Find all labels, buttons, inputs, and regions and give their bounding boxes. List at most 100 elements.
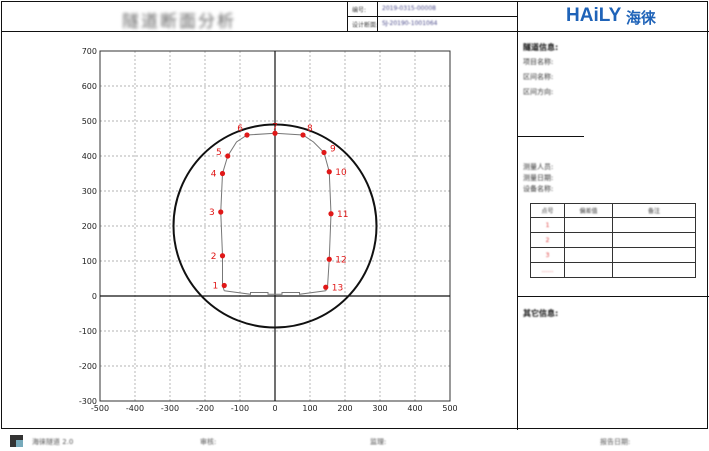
y-tick-label: 500 — [82, 117, 97, 126]
panel-divider — [518, 296, 709, 297]
x-tick-label: -300 — [161, 404, 179, 413]
survey-point-5 — [225, 153, 231, 159]
table-row: 2 — [530, 232, 696, 248]
table-cell — [612, 232, 696, 248]
header-fields: 编号: 2019-0315-00008 设计断面: SJ-20190-10010… — [348, 2, 517, 32]
chart-svg: -500 -400 -300 -200 -100 0 100 200 300 400 500-300… — [79, 47, 458, 413]
x-tick-label: 500 — [442, 404, 457, 413]
footer-report-date: 报告日期: — [600, 438, 631, 446]
x-tick-label: -100 — [231, 404, 249, 413]
logo-cell: HAiLY 海徕 — [517, 2, 709, 32]
table-header: 偏差值 — [564, 203, 613, 218]
y-tick-label: 600 — [82, 82, 97, 91]
x-tick-label: 100 — [302, 404, 317, 413]
point-label: 8 — [307, 124, 313, 134]
header-field-label: 设计断面: — [352, 22, 379, 29]
tunnel-profile — [220, 132, 332, 291]
table-header: 备注 — [612, 203, 696, 218]
survey-point-8 — [300, 132, 306, 138]
survey-point-9 — [321, 149, 327, 156]
point-label: 2 — [211, 252, 217, 262]
table-cell — [612, 217, 696, 233]
other-info-heading: 其它信息: — [523, 309, 559, 318]
section-chart: -500 -400 -300 -200 -100 0 100 200 300 400 500 -300… — [2, 32, 517, 430]
x-tick-label: 300 — [372, 404, 387, 413]
measure-label-date: 测量日期: — [523, 174, 554, 182]
table-header: 点号 — [530, 203, 565, 218]
point-label: 12 — [335, 255, 346, 265]
info-label-section: 区间名称: — [523, 73, 554, 81]
table-header-row: 点号 偏差值 备注 — [530, 203, 696, 218]
survey-point-4 — [219, 170, 226, 177]
app-logo-icon — [10, 435, 23, 447]
x-tick-label: -200 — [196, 404, 214, 413]
table-cell: 1 — [530, 217, 565, 233]
table-cell: 2 — [530, 232, 565, 248]
point-label: 9 — [330, 145, 336, 155]
x-tick-label: -400 — [126, 404, 144, 413]
y-tick-label: 200 — [82, 222, 97, 231]
point-label: 6 — [237, 124, 243, 134]
footer-bar: 海徕隧道 2.0 审核: 监理: 报告日期: — [0, 430, 709, 451]
point-label: 1 — [213, 282, 219, 292]
table-cell — [612, 247, 696, 263]
survey-point-12 — [326, 256, 332, 262]
measure-label-person: 测量人员: — [523, 163, 554, 171]
table-cell — [564, 262, 613, 278]
survey-point-1 — [221, 282, 227, 289]
point-label: 7 — [272, 122, 278, 132]
y-tick-label: -200 — [79, 362, 97, 371]
survey-point-3 — [218, 209, 224, 215]
y-tick-label: 300 — [82, 187, 97, 196]
info-label-project: 项目名称: — [523, 58, 554, 66]
point-label: 3 — [209, 208, 215, 218]
brand-logo-cn: 海徕 — [626, 9, 657, 27]
table-cell — [612, 262, 696, 278]
point-label: 4 — [211, 170, 217, 180]
y-tick-label: 100 — [82, 257, 97, 266]
table-cell: …… — [530, 262, 565, 278]
table-cell — [564, 217, 613, 233]
survey-point-13 — [323, 284, 329, 290]
survey-point-11 — [328, 211, 334, 217]
x-tick-label: 0 — [272, 404, 277, 413]
y-tick-label: -100 — [79, 327, 97, 336]
y-tick-label: 0 — [92, 292, 97, 301]
tunnel-info-heading: 隧道信息: — [523, 43, 559, 52]
brand-logo: HAiLY — [566, 5, 622, 26]
x-tick-label: 200 — [337, 404, 352, 413]
info-panel: 隧道信息: 项目名称: 区间名称: 区间方向: 测量人员: 测量日期: 设备名称… — [517, 32, 709, 430]
survey-point-2 — [219, 253, 226, 259]
point-label: 13 — [332, 283, 343, 293]
table-row: 1 — [530, 217, 696, 233]
point-label: 5 — [216, 148, 222, 158]
table-cell — [564, 232, 613, 248]
measure-label-device: 设备名称: — [523, 185, 554, 193]
point-label: 11 — [337, 210, 348, 220]
x-tick-label: 400 — [407, 404, 422, 413]
footer-app-name: 海徕隧道 2.0 — [32, 438, 74, 446]
deviation-table: 点号 偏差值 备注 1 2 3 …… — [530, 203, 696, 278]
table-cell: 3 — [530, 247, 565, 263]
header-field-label: 编号: — [352, 7, 367, 14]
report-frame: 隧道断面分析 编号: 2019-0315-00008 设计断面: SJ-2019… — [1, 1, 709, 430]
survey-point-10 — [326, 169, 332, 175]
table-row: 3 — [530, 247, 696, 263]
info-label-direction: 区间方向: — [523, 88, 554, 96]
panel-divider — [518, 136, 584, 137]
footer-supervisor: 监理: — [370, 438, 387, 446]
table-row: …… — [530, 262, 696, 278]
header-field-value: SJ-20190-1001064 — [382, 20, 438, 27]
y-tick-label: 700 — [82, 47, 97, 56]
header-field-value: 2019-0315-00008 — [382, 5, 436, 12]
table-cell — [564, 247, 613, 263]
point-label: 10 — [335, 168, 347, 178]
footer-reviewer: 审核: — [200, 438, 217, 446]
page-title: 隧道断面分析 — [122, 12, 236, 32]
header-field-design: 设计断面: SJ-20190-1001064 — [348, 17, 517, 32]
header-title-cell: 隧道断面分析 — [2, 2, 348, 32]
y-tick-label: 400 — [82, 152, 97, 161]
survey-point-6 — [244, 132, 250, 138]
y-tick-label: -300 — [79, 397, 97, 406]
header-field-number: 编号: 2019-0315-00008 — [348, 2, 517, 17]
